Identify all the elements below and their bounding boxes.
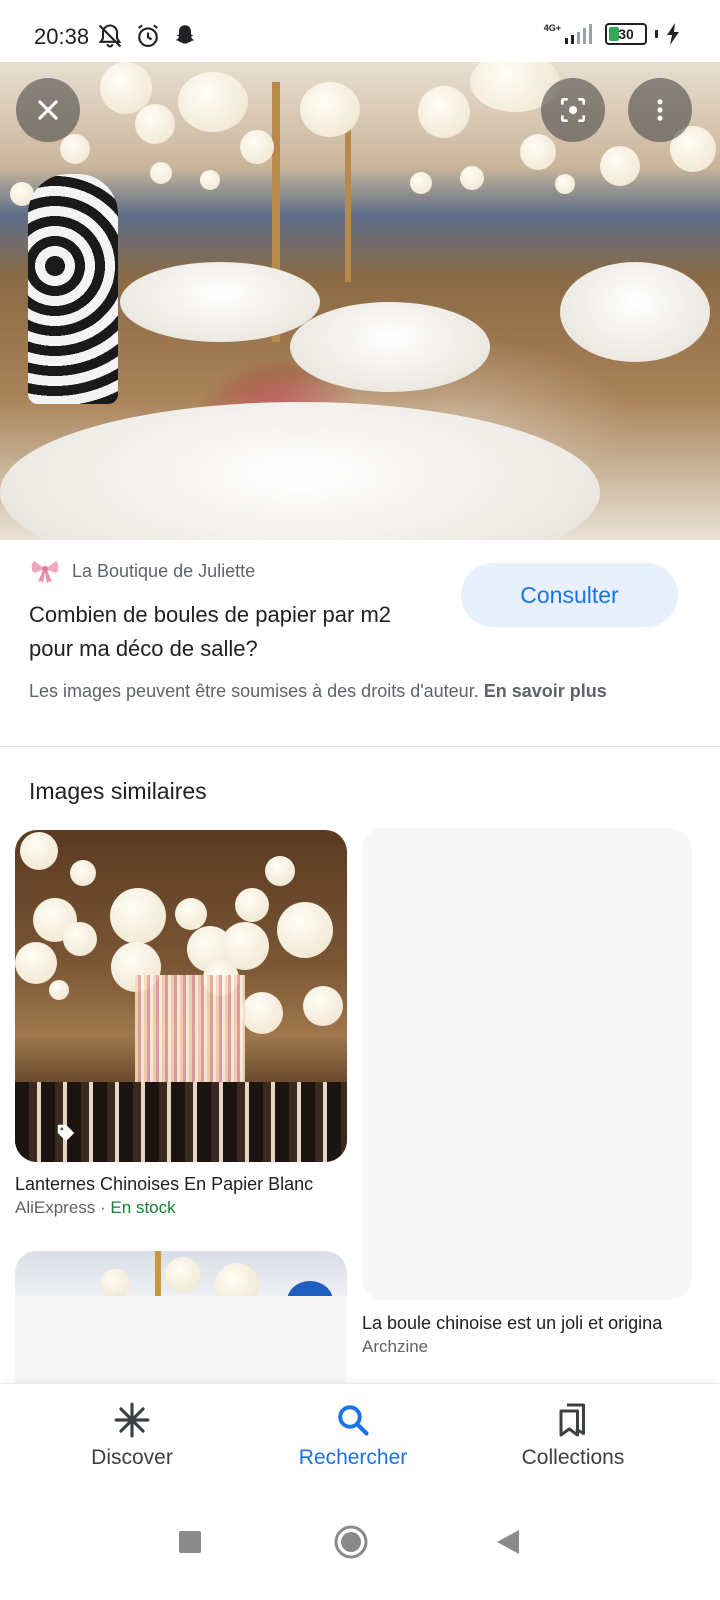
lantern: [520, 134, 556, 170]
lantern: [60, 134, 90, 164]
divider: [0, 746, 720, 747]
lantern: [215, 1263, 259, 1296]
similar-image-3-preview: [15, 1251, 347, 1296]
stock-status: En stock: [110, 1198, 176, 1217]
bottom-navigation: Discover Rechercher Collections: [0, 1383, 720, 1490]
lens-button[interactable]: [541, 78, 605, 142]
status-bar: 20:38 4G+ 30: [0, 0, 720, 62]
lantern: [178, 72, 248, 132]
similar-image-2-title[interactable]: La boule chinoise est un joli et origina: [362, 1313, 680, 1334]
lantern: [15, 942, 57, 984]
guest-figure: [28, 174, 118, 404]
tent-pole: [155, 1251, 161, 1296]
nav-discover-label: Discover: [91, 1446, 173, 1469]
battery-icon: 30: [605, 23, 647, 45]
similar-image-1-source: AliExpress · En stock: [15, 1198, 176, 1218]
table: [560, 262, 710, 362]
source-name: La Boutique de Juliette: [72, 560, 256, 581]
nav-collections-label: Collections: [521, 1446, 625, 1469]
blue-lantern: [287, 1281, 333, 1296]
similar-image-1-source-name: AliExpress: [15, 1198, 96, 1217]
source-separator: ·: [95, 1198, 111, 1217]
network-label: 4G+: [543, 23, 561, 33]
similar-images-heading: Images similaires: [29, 778, 207, 804]
similar-image-1[interactable]: [15, 830, 347, 1162]
lantern: [600, 146, 640, 186]
back-button[interactable]: [478, 1512, 538, 1572]
status-icons-right: 4G+ 30: [544, 22, 680, 46]
lantern: [135, 104, 175, 144]
lantern: [165, 1257, 201, 1293]
square-icon: [179, 1531, 201, 1553]
close-icon: [38, 100, 58, 120]
recent-apps-button[interactable]: [160, 1512, 220, 1572]
tent-pole: [345, 122, 351, 282]
home-button[interactable]: [321, 1512, 381, 1572]
copyright-text: Les images peuvent être soumises à des d…: [29, 681, 479, 701]
nav-discover[interactable]: Discover: [12, 1384, 252, 1491]
battery-level: 30: [618, 26, 634, 42]
lantern: [277, 902, 333, 958]
status-icons-left: [96, 22, 198, 50]
nav-collections[interactable]: Collections: [453, 1384, 693, 1491]
battery-nub: [655, 30, 658, 38]
lantern: [49, 980, 69, 1000]
bell-off-icon: [98, 24, 122, 48]
lantern: [555, 174, 575, 194]
more-options-button[interactable]: [628, 78, 692, 142]
lantern: [241, 992, 283, 1034]
source-favicon-bow-icon: [31, 561, 59, 583]
snapchat-icon: [175, 25, 195, 44]
back-triangle-icon: [497, 1530, 519, 1554]
lantern: [410, 172, 432, 194]
alarm-icon: [138, 24, 158, 47]
table: [290, 302, 490, 392]
nav-search-label: Rechercher: [298, 1446, 408, 1469]
nav-search[interactable]: Rechercher: [233, 1384, 473, 1491]
lens-icon: [561, 98, 585, 122]
source-row[interactable]: La Boutique de Juliette: [30, 558, 255, 584]
lantern: [300, 82, 360, 137]
lantern: [20, 832, 58, 870]
lantern: [235, 888, 269, 922]
search-icon: [333, 1400, 373, 1440]
lantern: [240, 130, 274, 164]
asterisk-icon: [112, 1400, 152, 1440]
lantern: [70, 860, 96, 886]
visit-button[interactable]: Consulter: [461, 563, 678, 627]
charging-icon: [667, 23, 679, 45]
close-button[interactable]: [16, 78, 80, 142]
lantern: [460, 166, 484, 190]
signal-icon: [565, 24, 592, 44]
more-vert-icon: [657, 99, 663, 121]
price-tag-icon: [57, 1124, 75, 1142]
lantern: [110, 888, 166, 944]
lantern: [265, 856, 295, 886]
hero-image[interactable]: [0, 62, 720, 540]
status-time: 20:38: [34, 24, 90, 49]
lantern: [200, 170, 220, 190]
similar-image-2-source: Archzine: [362, 1337, 429, 1356]
table: [120, 262, 320, 342]
copyright-notice: Les images peuvent être soumises à des d…: [29, 678, 689, 705]
lantern: [303, 986, 343, 1026]
table: [0, 402, 600, 540]
similar-image-2[interactable]: [362, 828, 692, 1300]
similar-image-1-title[interactable]: Lanternes Chinoises En Papier Blanc: [15, 1174, 335, 1195]
home-circle-icon: [334, 1525, 368, 1559]
bookmarks-icon: [553, 1400, 593, 1440]
lantern: [418, 86, 470, 138]
lantern: [150, 162, 172, 184]
lantern: [100, 1269, 130, 1296]
lantern: [175, 898, 207, 930]
learn-more-link[interactable]: En savoir plus: [484, 681, 607, 701]
lantern: [63, 922, 97, 956]
system-navigation-bar: [0, 1490, 720, 1600]
result-title[interactable]: Combien de boules de papier par m2 pour …: [29, 598, 439, 666]
similar-image-3[interactable]: [15, 1251, 347, 1401]
